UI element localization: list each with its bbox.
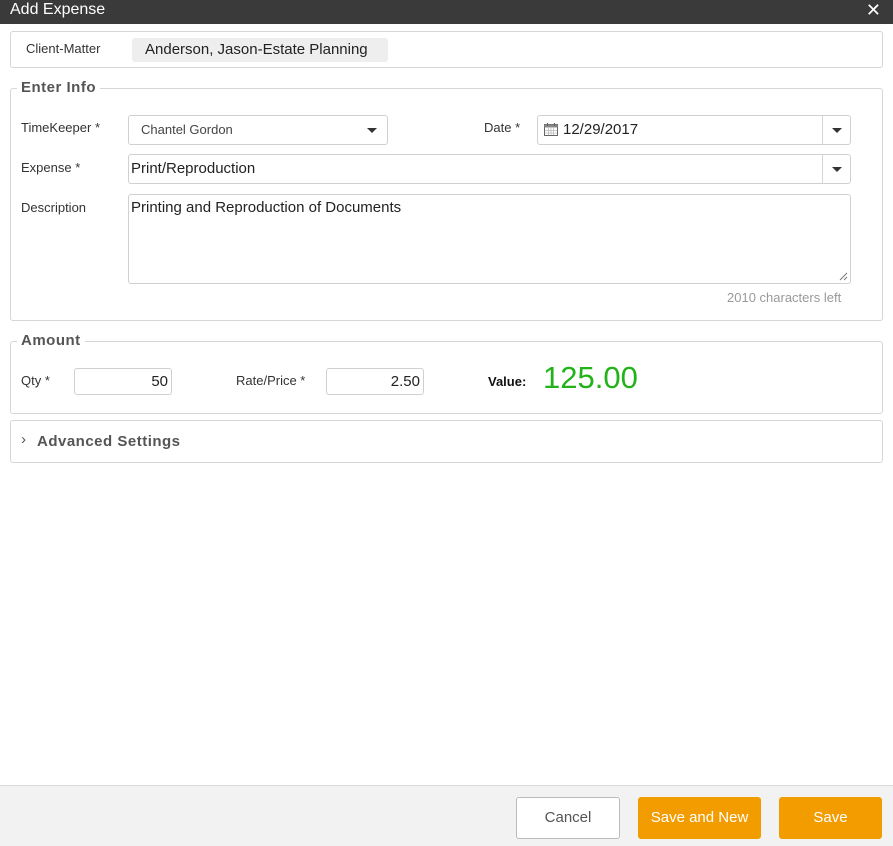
value-label: Value: <box>488 374 527 389</box>
timekeeper-select[interactable]: Chantel Gordon <box>128 115 388 145</box>
client-matter-row: Client-Matter Anderson, Jason-Estate Pla… <box>10 31 883 68</box>
characters-left: 2010 characters left <box>727 290 842 305</box>
enter-info-legend: Enter Info <box>17 79 100 96</box>
cancel-button[interactable]: Cancel <box>516 797 620 839</box>
qty-input[interactable]: 50 <box>74 368 172 395</box>
value-amount: 125.00 <box>543 360 638 395</box>
chevron-down-icon <box>832 167 842 172</box>
close-icon[interactable]: ✕ <box>866 0 881 20</box>
expense-value: Print/Reproduction <box>131 160 256 177</box>
qty-label: Qty * <box>21 373 50 388</box>
expense-select[interactable]: Print/Reproduction <box>128 154 851 184</box>
expense-dropdown-button[interactable] <box>822 155 850 183</box>
date-dropdown-button[interactable] <box>822 116 850 144</box>
expense-label: Expense * <box>21 160 81 175</box>
date-picker[interactable]: 12/29/2017 <box>537 115 851 145</box>
chevron-right-icon: › <box>21 431 26 448</box>
rate-label: Rate/Price * <box>236 373 306 388</box>
save-and-new-button[interactable]: Save and New <box>638 797 761 839</box>
enter-info-section: Enter Info TimeKeeper * Chantel Gordon D… <box>10 79 883 321</box>
amount-section: Amount Qty * 50 Rate/Price * 2.50 Value:… <box>10 332 883 414</box>
dialog-title: Add Expense <box>10 1 106 18</box>
calendar-icon[interactable] <box>544 123 558 136</box>
amount-legend: Amount <box>17 332 85 349</box>
client-matter-label: Client-Matter <box>26 41 101 56</box>
dialog-titlebar: Add Expense ✕ <box>0 0 893 24</box>
timekeeper-label: TimeKeeper * <box>21 120 100 135</box>
chevron-down-icon <box>367 128 377 133</box>
resize-grip-icon[interactable] <box>839 272 848 281</box>
chevron-down-icon <box>832 128 842 133</box>
description-value: Printing and Reproduction of Documents <box>131 199 402 216</box>
timekeeper-value: Chantel Gordon <box>141 122 233 137</box>
rate-input[interactable]: 2.50 <box>326 368 424 395</box>
dialog-footer: Cancel Save and New Save <box>0 785 893 846</box>
description-textarea[interactable]: Printing and Reproduction of Documents <box>128 194 851 284</box>
description-label: Description <box>21 200 87 215</box>
advanced-settings-toggle[interactable]: › Advanced Settings <box>10 420 883 463</box>
advanced-settings-label: Advanced Settings <box>37 433 181 450</box>
date-label: Date * <box>484 120 521 135</box>
client-matter-value[interactable]: Anderson, Jason-Estate Planning <box>132 38 388 62</box>
date-value: 12/29/2017 <box>563 121 639 138</box>
save-button[interactable]: Save <box>779 797 882 839</box>
